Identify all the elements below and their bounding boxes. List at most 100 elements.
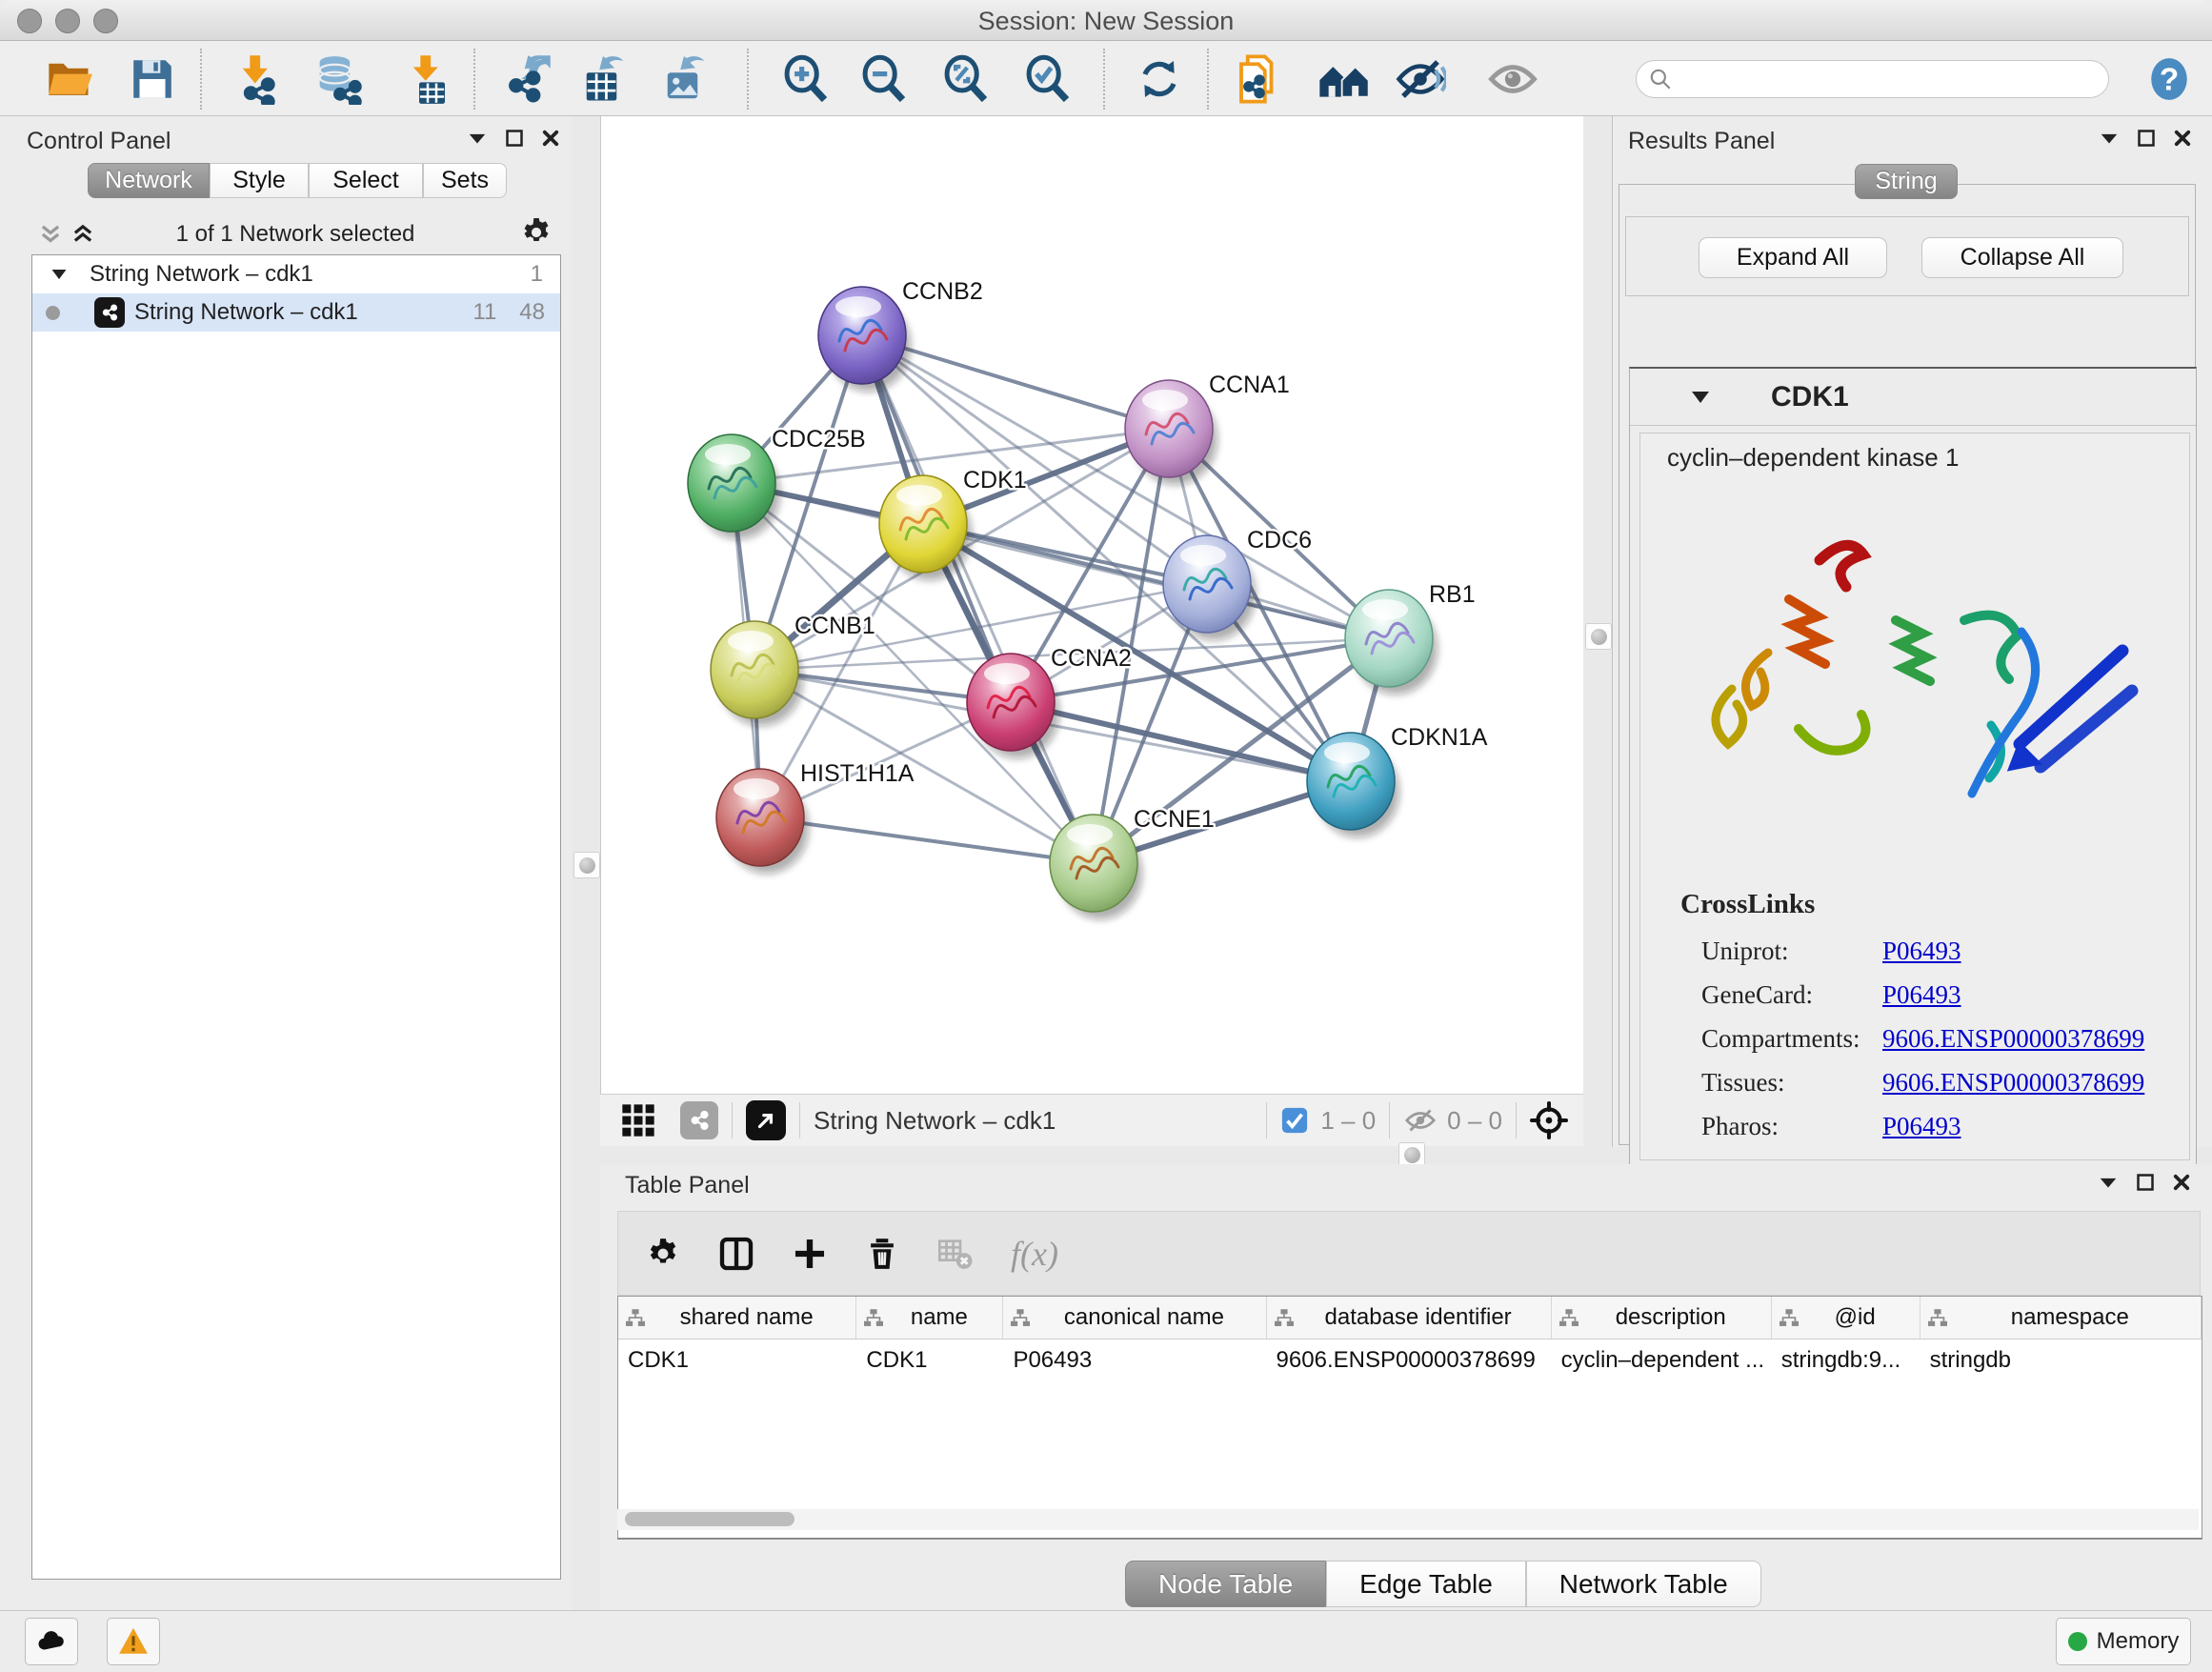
float-panel-icon[interactable]: [2098, 1172, 2119, 1193]
table-cell[interactable]: CDK1: [856, 1340, 1003, 1381]
column-header-shared-name[interactable]: shared name: [618, 1297, 856, 1339]
tab-select[interactable]: Select: [309, 163, 423, 198]
cloud-button[interactable]: [25, 1618, 78, 1665]
folder-icon: [45, 54, 94, 104]
string-home-button[interactable]: [1317, 52, 1371, 106]
table-row[interactable]: CDK1CDK1P064939606.ENSP00000378699cyclin…: [618, 1340, 2202, 1381]
expand-all-icon[interactable]: [70, 221, 95, 248]
tab-network[interactable]: Network: [88, 163, 210, 198]
column-header-name[interactable]: name: [856, 1297, 1003, 1339]
table-cell[interactable]: 9606.ENSP00000378699: [1267, 1340, 1552, 1381]
table-cell[interactable]: cyclin–dependent ...: [1552, 1340, 1772, 1381]
zoom-fit-button[interactable]: [939, 52, 993, 106]
left-splitter[interactable]: [572, 116, 601, 1610]
grid-view-icon[interactable]: [619, 1101, 657, 1139]
crosslink-link[interactable]: 9606.ENSP00000378699: [1882, 1068, 2144, 1098]
export-table-button[interactable]: [579, 52, 633, 106]
scrollbar-thumb[interactable]: [625, 1512, 794, 1526]
save-session-button[interactable]: [126, 52, 179, 106]
network-node-CCNA1[interactable]: [1125, 380, 1217, 485]
table-cell[interactable]: CDK1: [618, 1340, 856, 1381]
table-tab-network-table[interactable]: Network Table: [1526, 1561, 1761, 1607]
selected-checkbox-icon[interactable]: [1280, 1106, 1309, 1135]
right-splitter-handle[interactable]: [1585, 623, 1612, 650]
clone-network-button[interactable]: [1232, 52, 1285, 106]
collapse-all-button[interactable]: Collapse All: [1921, 237, 2123, 278]
maximize-panel-icon[interactable]: [505, 129, 524, 148]
column-header-database-identifier[interactable]: database identifier: [1267, 1297, 1552, 1339]
float-panel-icon[interactable]: [2099, 128, 2120, 149]
network-collection-row[interactable]: String Network – cdk1 1: [32, 255, 560, 293]
show-columns-icon[interactable]: [717, 1235, 755, 1273]
crosslink-link[interactable]: P06493: [1882, 1112, 1961, 1141]
crosslink-link[interactable]: P06493: [1882, 937, 1961, 966]
hidden-eye-icon[interactable]: [1403, 1103, 1438, 1138]
expand-all-button[interactable]: Expand All: [1699, 237, 1887, 278]
column-header-canonical-name[interactable]: canonical name: [1003, 1297, 1266, 1339]
network-selection-status: 1 of 1 Network selected: [114, 221, 476, 248]
network-node-CDKN1A[interactable]: [1307, 733, 1399, 837]
tab-sets[interactable]: Sets: [423, 163, 507, 198]
close-panel-icon[interactable]: [541, 129, 560, 148]
node-table[interactable]: shared namenamecanonical namedatabase id…: [617, 1296, 2202, 1540]
table-gear-icon[interactable]: [645, 1236, 681, 1272]
fit-content-crosshair-icon[interactable]: [1530, 1101, 1568, 1139]
import-network-database-button[interactable]: [313, 52, 367, 106]
network-graph[interactable]: CCNB2CCNA1CDC25BCDK1CDC6RB1CCNB1CCNA2CDK…: [601, 116, 1584, 1094]
birdseye-view-icon[interactable]: [746, 1100, 786, 1140]
add-column-icon[interactable]: [792, 1236, 828, 1272]
zoom-selected-button[interactable]: [1021, 52, 1075, 106]
network-node-CDC25B[interactable]: [688, 434, 780, 539]
network-node-RB1[interactable]: [1345, 590, 1438, 695]
collapse-entry-icon[interactable]: [1689, 386, 1712, 409]
tab-string[interactable]: String: [1855, 164, 1958, 199]
crosslink-link[interactable]: P06493: [1882, 980, 1961, 1010]
gear-icon[interactable]: [519, 215, 553, 250]
refresh-layout-button[interactable]: [1133, 52, 1186, 106]
column-header-namespace[interactable]: namespace: [1920, 1297, 2202, 1339]
import-network-file-button[interactable]: [231, 52, 284, 106]
close-panel-icon[interactable]: [2173, 129, 2192, 148]
table-tab-edge-table[interactable]: Edge Table: [1326, 1561, 1526, 1607]
zoom-out-button[interactable]: [857, 52, 911, 106]
right-splitter[interactable]: [1583, 116, 1612, 1147]
close-panel-icon[interactable]: [2172, 1173, 2191, 1192]
zoom-in-button[interactable]: [779, 52, 833, 106]
maximize-panel-icon[interactable]: [2136, 1173, 2155, 1192]
open-file-button[interactable]: [43, 52, 96, 106]
table-cell[interactable]: stringdb: [1920, 1340, 2202, 1381]
memory-button[interactable]: Memory: [2056, 1618, 2191, 1665]
crosslink-link[interactable]: 9606.ENSP00000378699: [1882, 1024, 2144, 1054]
export-network-button[interactable]: [500, 52, 553, 106]
delete-column-icon[interactable]: [864, 1236, 900, 1272]
crosslink-label: GeneCard:: [1701, 980, 1882, 1010]
float-panel-icon[interactable]: [467, 128, 488, 149]
cdk1-section-header[interactable]: CDK1: [1630, 369, 2196, 426]
eye-slash-button[interactable]: [1394, 52, 1447, 106]
collection-expand-icon[interactable]: [50, 265, 69, 284]
left-splitter-handle[interactable]: [573, 852, 600, 878]
table-cell[interactable]: stringdb:9...: [1772, 1340, 1920, 1381]
search-input[interactable]: [1680, 65, 2097, 93]
network-row[interactable]: String Network – cdk1 11 48: [32, 293, 560, 332]
collapse-all-icon[interactable]: [38, 221, 63, 248]
export-image-button[interactable]: [660, 52, 714, 106]
network-node-CCNE1[interactable]: [1050, 815, 1142, 919]
tab-style[interactable]: Style: [210, 163, 309, 198]
network-canvas[interactable]: CCNB2CCNA1CDC25BCDK1CDC6RB1CCNB1CCNA2CDK…: [600, 116, 1584, 1094]
network-style-icon[interactable]: [680, 1101, 718, 1139]
warning-button[interactable]: [107, 1618, 160, 1665]
table-tab-node-table[interactable]: Node Table: [1125, 1561, 1326, 1607]
column-header--id[interactable]: @id: [1772, 1297, 1920, 1339]
table-cell[interactable]: P06493: [1003, 1340, 1266, 1381]
network-node-CCNB2[interactable]: [818, 287, 911, 392]
eye-button[interactable]: [1486, 52, 1539, 106]
table-horizontal-scrollbar[interactable]: [617, 1509, 2199, 1530]
network-node-CCNA2[interactable]: [967, 654, 1059, 758]
import-table-button[interactable]: [401, 52, 454, 106]
help-button[interactable]: ?: [2142, 52, 2196, 106]
maximize-panel-icon[interactable]: [2137, 129, 2156, 148]
network-node-HIST1H1A[interactable]: [716, 769, 809, 874]
column-header-description[interactable]: description: [1552, 1297, 1772, 1339]
network-node-CDK1[interactable]: [879, 475, 972, 580]
